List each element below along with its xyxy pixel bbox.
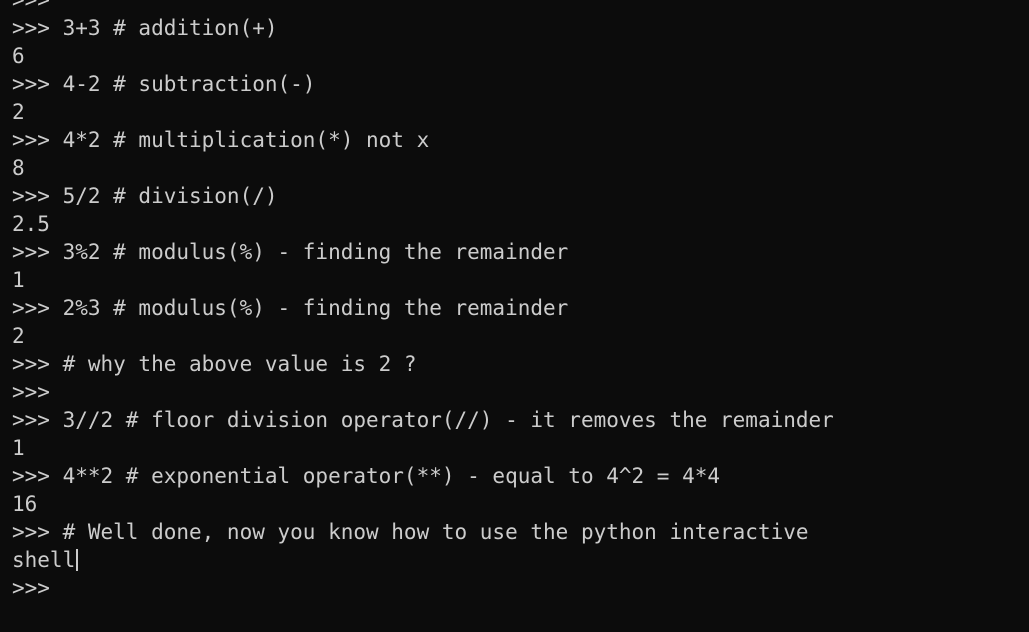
terminal-output: >>> >>> 3+3 # addition(+) 6 >>> 4-2 # su… xyxy=(12,0,1022,602)
terminal-line: 1 xyxy=(12,268,25,292)
terminal-line: 2 xyxy=(12,324,25,348)
terminal-line: >>> 4**2 # exponential operator(**) - eq… xyxy=(12,464,721,488)
terminal-line-text: shell xyxy=(12,548,76,572)
terminal-line: >>> # why the above value is 2 ? xyxy=(12,352,417,376)
terminal-line: 16 xyxy=(12,492,38,516)
terminal-line: >>> 5/2 # division(/) xyxy=(12,184,278,208)
terminal-prompt-line[interactable]: >>> xyxy=(12,574,1022,602)
terminal-line: >>> 2%3 # modulus(%) - finding the remai… xyxy=(12,296,569,320)
terminal-line: 2 xyxy=(12,100,25,124)
terminal-window[interactable]: >>> >>> 3+3 # addition(+) 6 >>> 4-2 # su… xyxy=(0,0,1029,632)
terminal-line: shell xyxy=(12,546,1022,574)
terminal-line: 1 xyxy=(12,436,25,460)
terminal-line: >>> 4-2 # subtraction(-) xyxy=(12,72,316,96)
terminal-line: 8 xyxy=(12,156,25,180)
terminal-line: >>> # Well done, now you know how to use… xyxy=(12,520,809,544)
terminal-line: >>> 4*2 # multiplication(*) not x xyxy=(12,128,430,152)
terminal-line: >>> 3//2 # floor division operator(//) -… xyxy=(12,408,834,432)
terminal-line: 6 xyxy=(12,44,25,68)
terminal-line: >>> 3+3 # addition(+) xyxy=(12,16,278,40)
terminal-line: >>> xyxy=(12,380,50,404)
terminal-line: >>> xyxy=(12,0,50,12)
text-cursor xyxy=(76,549,79,571)
terminal-line: >>> 3%2 # modulus(%) - finding the remai… xyxy=(12,240,569,264)
terminal-line: 2.5 xyxy=(12,212,50,236)
